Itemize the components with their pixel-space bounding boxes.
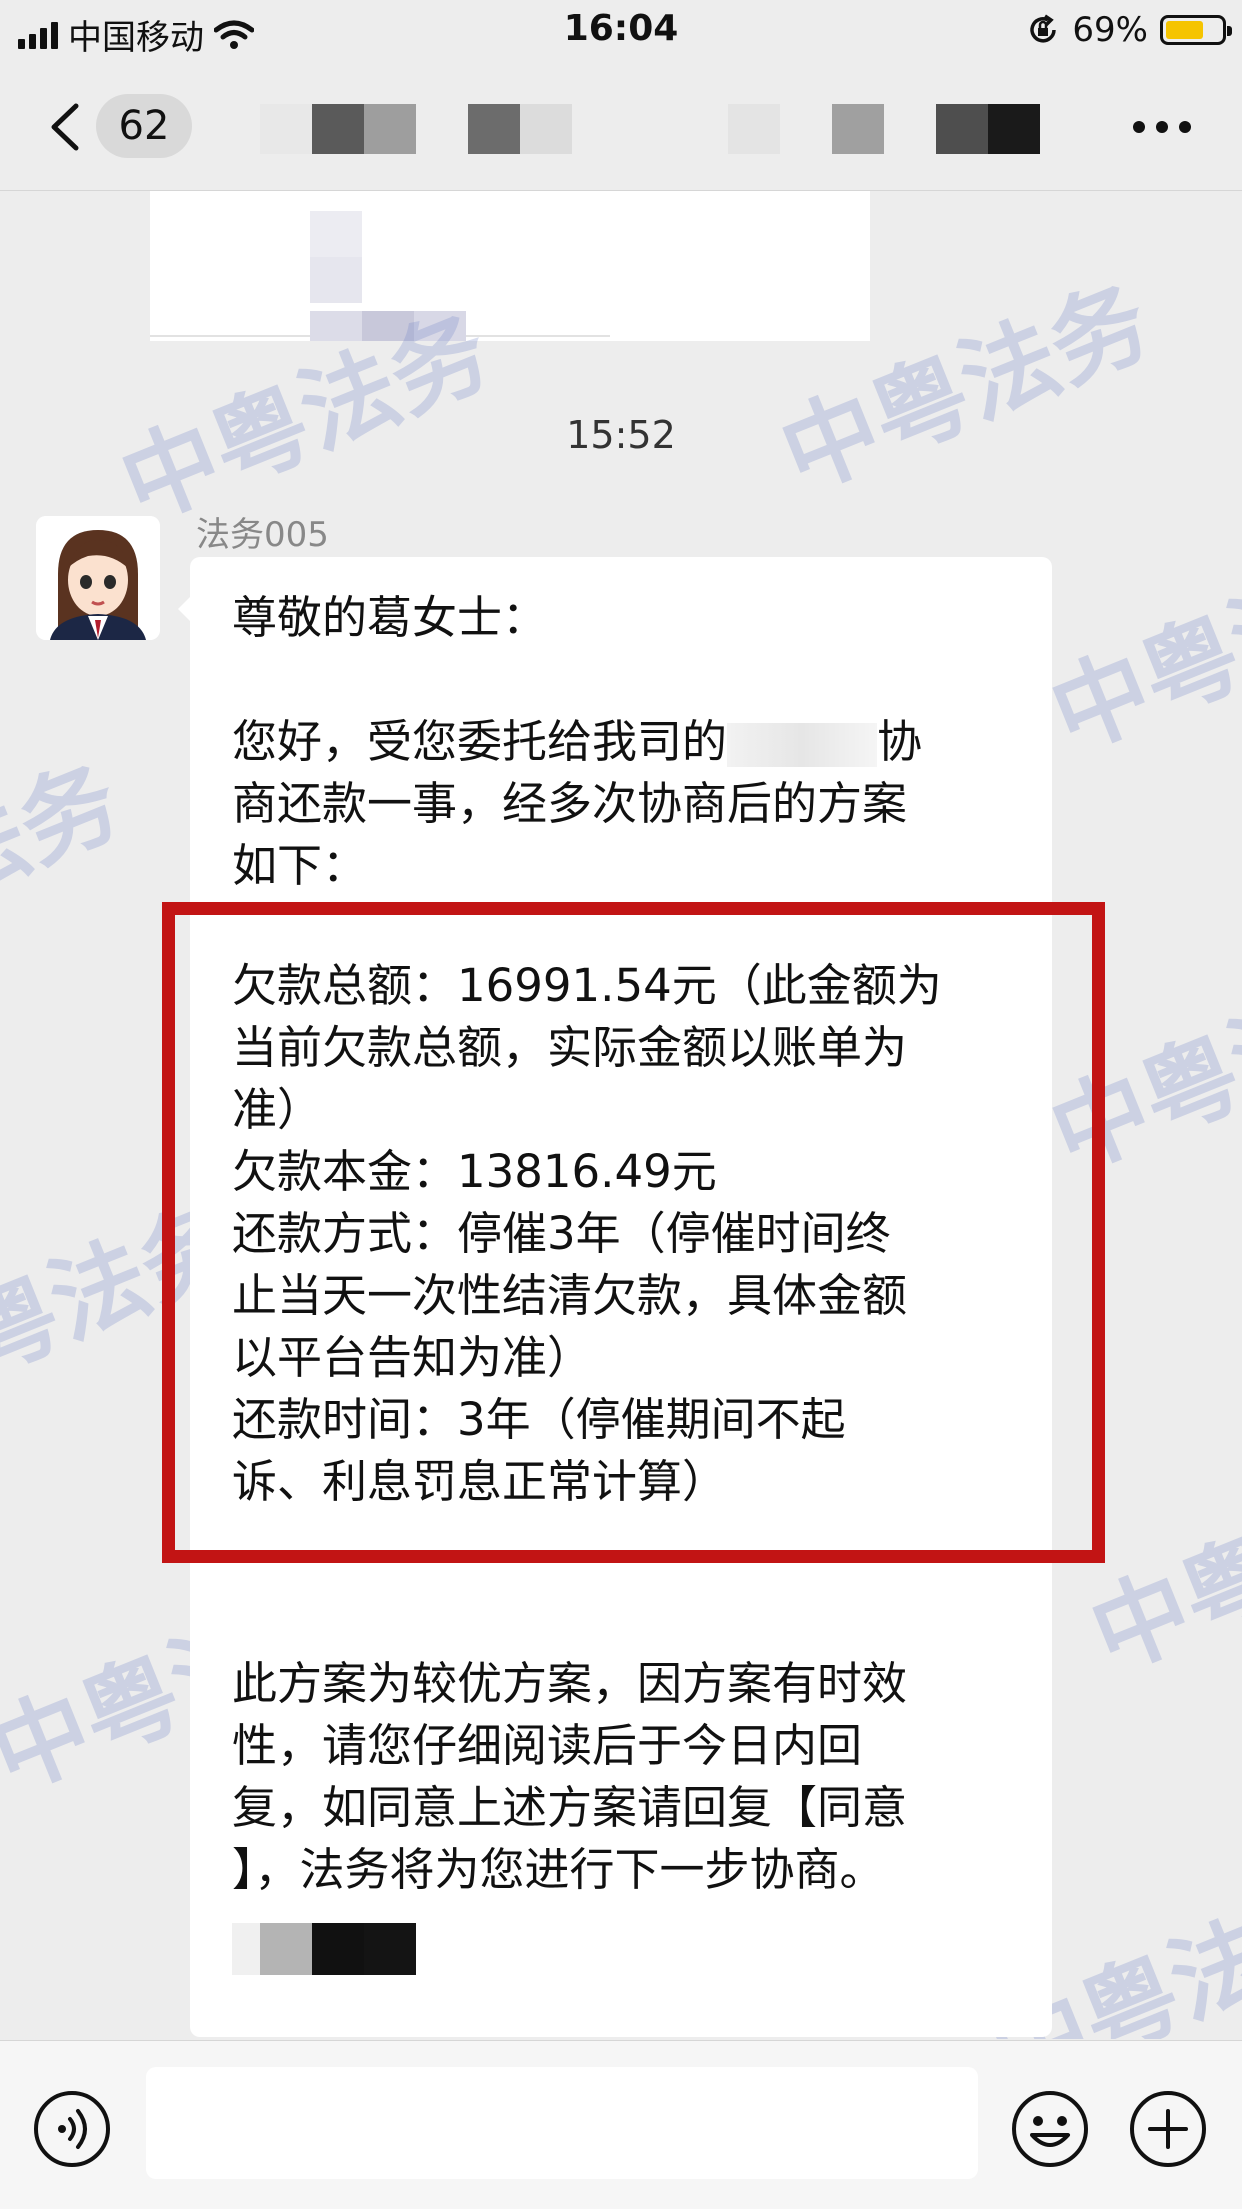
message-line: 商还款一事，经多次协商后的方案 bbox=[232, 777, 908, 830]
watermark: 中粤法务 bbox=[1036, 524, 1242, 773]
battery-percent: 69% bbox=[1072, 10, 1148, 50]
sender-name: 法务005 bbox=[196, 515, 329, 555]
plus-icon[interactable] bbox=[1128, 2089, 1208, 2169]
nav-bar: 62 bbox=[0, 62, 1242, 191]
message-text: 您好，受您委托给我司的 bbox=[232, 715, 728, 768]
battery-icon bbox=[1160, 15, 1232, 45]
highlight-box bbox=[162, 902, 1105, 1563]
chat-area[interactable]: 中粤法务 中粤法务 中粤法务 中粤法务 中粤法务 中粤法务 中粤法务 中粤法务 … bbox=[0, 191, 1242, 2039]
message-input[interactable] bbox=[146, 2067, 978, 2179]
emoji-icon[interactable] bbox=[1010, 2089, 1090, 2169]
chevron-left-icon[interactable] bbox=[46, 102, 86, 152]
redacted-signature-mosaic bbox=[232, 1923, 416, 1975]
status-right: 69% bbox=[1026, 10, 1232, 50]
unread-count-badge[interactable]: 62 bbox=[96, 94, 192, 158]
input-bar bbox=[0, 2040, 1242, 2209]
message-line: 性，请您仔细阅读后于今日内回 bbox=[232, 1719, 863, 1772]
message-line: 】，法务将为您进行下一步协商。 bbox=[232, 1843, 885, 1896]
status-bar: 中国移动 16:04 69% bbox=[0, 0, 1242, 62]
message-timestamp: 15:52 bbox=[566, 413, 676, 457]
message-greeting: 尊敬的葛女士： bbox=[232, 591, 548, 644]
message-line: 您好，受您委托给我司的 协 bbox=[232, 711, 1022, 773]
message-text: 协 bbox=[877, 715, 923, 768]
ellipsis-icon[interactable] bbox=[1132, 120, 1192, 134]
previous-message-bubble bbox=[150, 191, 870, 341]
redacted-text-mosaic bbox=[727, 723, 878, 767]
watermark: 中粤法务 bbox=[0, 744, 135, 993]
message-line: 复，如同意上述方案请回复【同意 bbox=[232, 1781, 908, 1834]
title-mosaic bbox=[260, 104, 1040, 154]
voice-icon[interactable] bbox=[32, 2089, 112, 2169]
redacted-mosaic bbox=[150, 211, 610, 341]
message-line: 此方案为较优方案，因方案有时效 bbox=[232, 1657, 908, 1710]
message-line: 如下： bbox=[232, 839, 368, 892]
lawyer-avatar-icon bbox=[36, 516, 160, 640]
battery-fill bbox=[1166, 21, 1204, 39]
avatar[interactable] bbox=[36, 516, 160, 640]
orientation-lock-icon bbox=[1030, 14, 1057, 43]
